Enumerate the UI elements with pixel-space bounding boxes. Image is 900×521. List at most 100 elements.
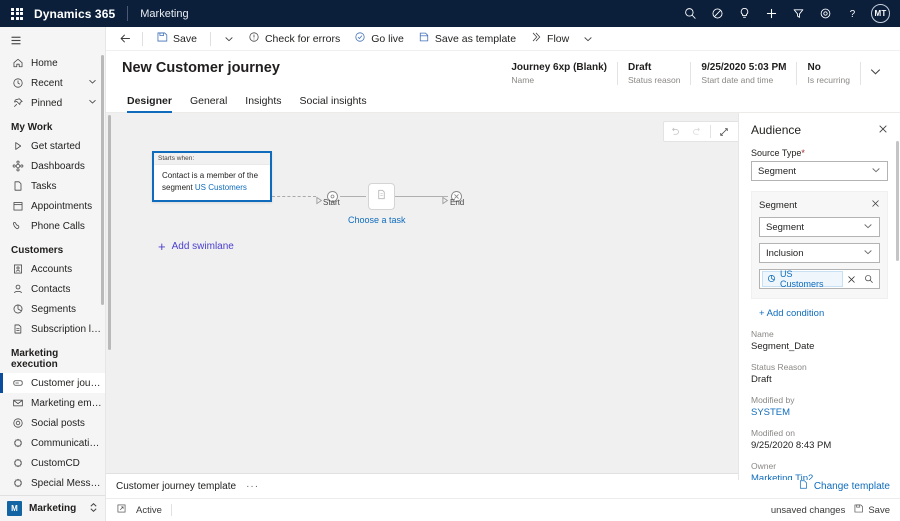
close-icon[interactable] <box>843 275 859 284</box>
sidebar-group-title: My Work <box>11 122 53 133</box>
condition-type-select[interactable]: Segment <box>759 217 880 237</box>
assistant-icon[interactable] <box>704 0 731 27</box>
trigger-text: Contact is a member of the <box>162 171 259 180</box>
choose-a-task-link[interactable]: Choose a task <box>348 215 406 225</box>
task-node[interactable] <box>368 183 395 210</box>
sidebar-item-customcd[interactable]: CustomCD <box>0 453 105 473</box>
add-condition-link[interactable]: + Add condition <box>759 308 888 319</box>
expand-icon[interactable] <box>713 122 735 141</box>
sidebar-item-communication-d[interactable]: Communication D... <box>0 433 105 453</box>
sidebar-scroll-area: Home Recent Pinned My Work Get started D… <box>0 53 105 495</box>
app-launcher-icon[interactable] <box>0 7 34 20</box>
source-type-select[interactable]: Segment <box>751 161 888 181</box>
fact-label: Status reason <box>627 75 681 85</box>
check-for-errors-button[interactable]: Check for errors <box>241 28 347 50</box>
redo-icon[interactable] <box>686 122 708 141</box>
header-fact-status-reason: Draft Status reason <box>618 62 692 85</box>
condition-mode-select[interactable]: Inclusion <box>759 243 880 263</box>
undo-icon[interactable] <box>664 122 686 141</box>
sidebar-item-home[interactable]: Home <box>0 53 105 73</box>
expand-icon[interactable] <box>116 503 127 517</box>
search-icon[interactable] <box>677 0 704 27</box>
status-bar: Active unsaved changes Save <box>106 499 900 521</box>
gear-icon <box>11 457 24 470</box>
back-arrow-icon[interactable] <box>114 28 136 50</box>
sidebar-item-contacts[interactable]: Contacts <box>0 279 105 299</box>
tab-insights[interactable]: Insights <box>236 95 290 112</box>
template-icon <box>798 479 809 493</box>
settings-icon[interactable] <box>812 0 839 27</box>
close-icon[interactable] <box>878 124 888 137</box>
segment-chip[interactable]: US Customers <box>762 269 844 289</box>
save-options-chevron-down-icon[interactable] <box>217 28 241 50</box>
sidebar-item-segments[interactable]: Segments <box>0 299 105 319</box>
chevron-down-icon[interactable] <box>88 77 97 89</box>
sidebar-item-marketing-emails[interactable]: Marketing emails <box>0 393 105 413</box>
area-switcher[interactable]: M Marketing <box>0 495 105 521</box>
dashboard-icon <box>11 160 24 173</box>
sidebar-item-phone-calls[interactable]: Phone Calls <box>0 216 105 236</box>
app-name[interactable]: Marketing <box>128 8 188 20</box>
quick-create-icon[interactable] <box>758 0 785 27</box>
calendar-icon <box>11 200 24 213</box>
sidebar-item-pinned[interactable]: Pinned <box>0 93 105 113</box>
go-live-button[interactable]: Go live <box>347 28 411 50</box>
go-live-icon <box>354 31 366 46</box>
trigger-segment-link[interactable]: US Customers <box>195 183 247 192</box>
task-tile-icon <box>375 188 388 206</box>
tab-strip: Designer General Insights Social insight… <box>106 85 900 113</box>
search-icon[interactable] <box>859 274 879 284</box>
status-save-button[interactable]: Save <box>853 503 890 517</box>
segment-icon <box>11 303 24 316</box>
command-divider <box>209 31 211 46</box>
page-header: New Customer journey Journey 6xp (Blank)… <box>106 51 900 85</box>
sidebar-bottom-spacer <box>0 493 105 495</box>
field-value-owner[interactable]: Marketing Tip2 <box>751 473 888 480</box>
sidebar-item-subscription-lists[interactable]: Subscription lists <box>0 319 105 339</box>
field-value-modified-by[interactable]: SYSTEM <box>751 407 888 418</box>
chevron-down-icon[interactable] <box>88 97 97 109</box>
save-button[interactable]: Save <box>149 28 204 50</box>
save-as-template-button[interactable]: Save as template <box>411 28 523 50</box>
close-icon[interactable] <box>871 199 880 211</box>
segment-lookup-field[interactable]: US Customers <box>759 269 880 289</box>
tab-designer[interactable]: Designer <box>122 95 181 113</box>
help-icon[interactable]: ? <box>839 0 866 27</box>
change-template-button[interactable]: Change template <box>798 479 890 493</box>
sidebar-item-tasks[interactable]: Tasks <box>0 176 105 196</box>
sidebar-item-recent[interactable]: Recent <box>0 73 105 93</box>
sidebar-item-dashboards[interactable]: Dashboards <box>0 156 105 176</box>
chevron-updown-icon[interactable] <box>89 500 98 518</box>
filter-icon[interactable] <box>785 0 812 27</box>
site-map-toggle-icon[interactable] <box>0 27 105 53</box>
journey-trigger-tile[interactable]: Starts when: Contact is a member of the … <box>152 151 272 202</box>
tab-general[interactable]: General <box>181 95 236 112</box>
tab-social-insights[interactable]: Social insights <box>290 95 375 112</box>
error-check-icon <box>248 31 260 46</box>
sidebar-item-special-messages[interactable]: Special Messages <box>0 473 105 493</box>
field-value-name: Segment_Date <box>751 341 815 352</box>
brand-title[interactable]: Dynamics 365 <box>34 7 127 21</box>
sidebar-item-get-started[interactable]: Get started <box>0 136 105 156</box>
status-save-label: Save <box>868 504 890 516</box>
sidebar-item-social-posts[interactable]: Social posts <box>0 413 105 433</box>
top-bar-actions: ? MT <box>677 0 900 27</box>
sidebar-item-customer-journeys[interactable]: Customer journeys <box>0 373 105 393</box>
idea-icon[interactable] <box>731 0 758 27</box>
page-title: New Customer journey <box>122 60 280 76</box>
flow-button[interactable]: Flow <box>523 28 576 50</box>
flow-chevron-down-icon[interactable] <box>576 28 600 50</box>
sidebar-item-accounts[interactable]: Accounts <box>0 259 105 279</box>
header-expand-chevron-down-icon[interactable] <box>861 62 886 83</box>
template-more-icon[interactable]: ··· <box>236 481 259 492</box>
panel-scrollbar[interactable] <box>896 141 899 261</box>
field-value-modified-on: 9/25/2020 8:43 PM <box>751 440 832 451</box>
end-node-label: End <box>450 198 465 207</box>
segment-icon <box>767 274 776 285</box>
template-bar-label: Customer journey template <box>116 480 237 492</box>
add-swimlane-button[interactable]: + Add swimlane <box>158 240 234 253</box>
avatar[interactable]: MT <box>871 4 890 23</box>
field-label-name: Name <box>751 329 774 339</box>
sidebar-item-appointments[interactable]: Appointments <box>0 196 105 216</box>
canvas-scrollbar[interactable] <box>108 115 111 350</box>
